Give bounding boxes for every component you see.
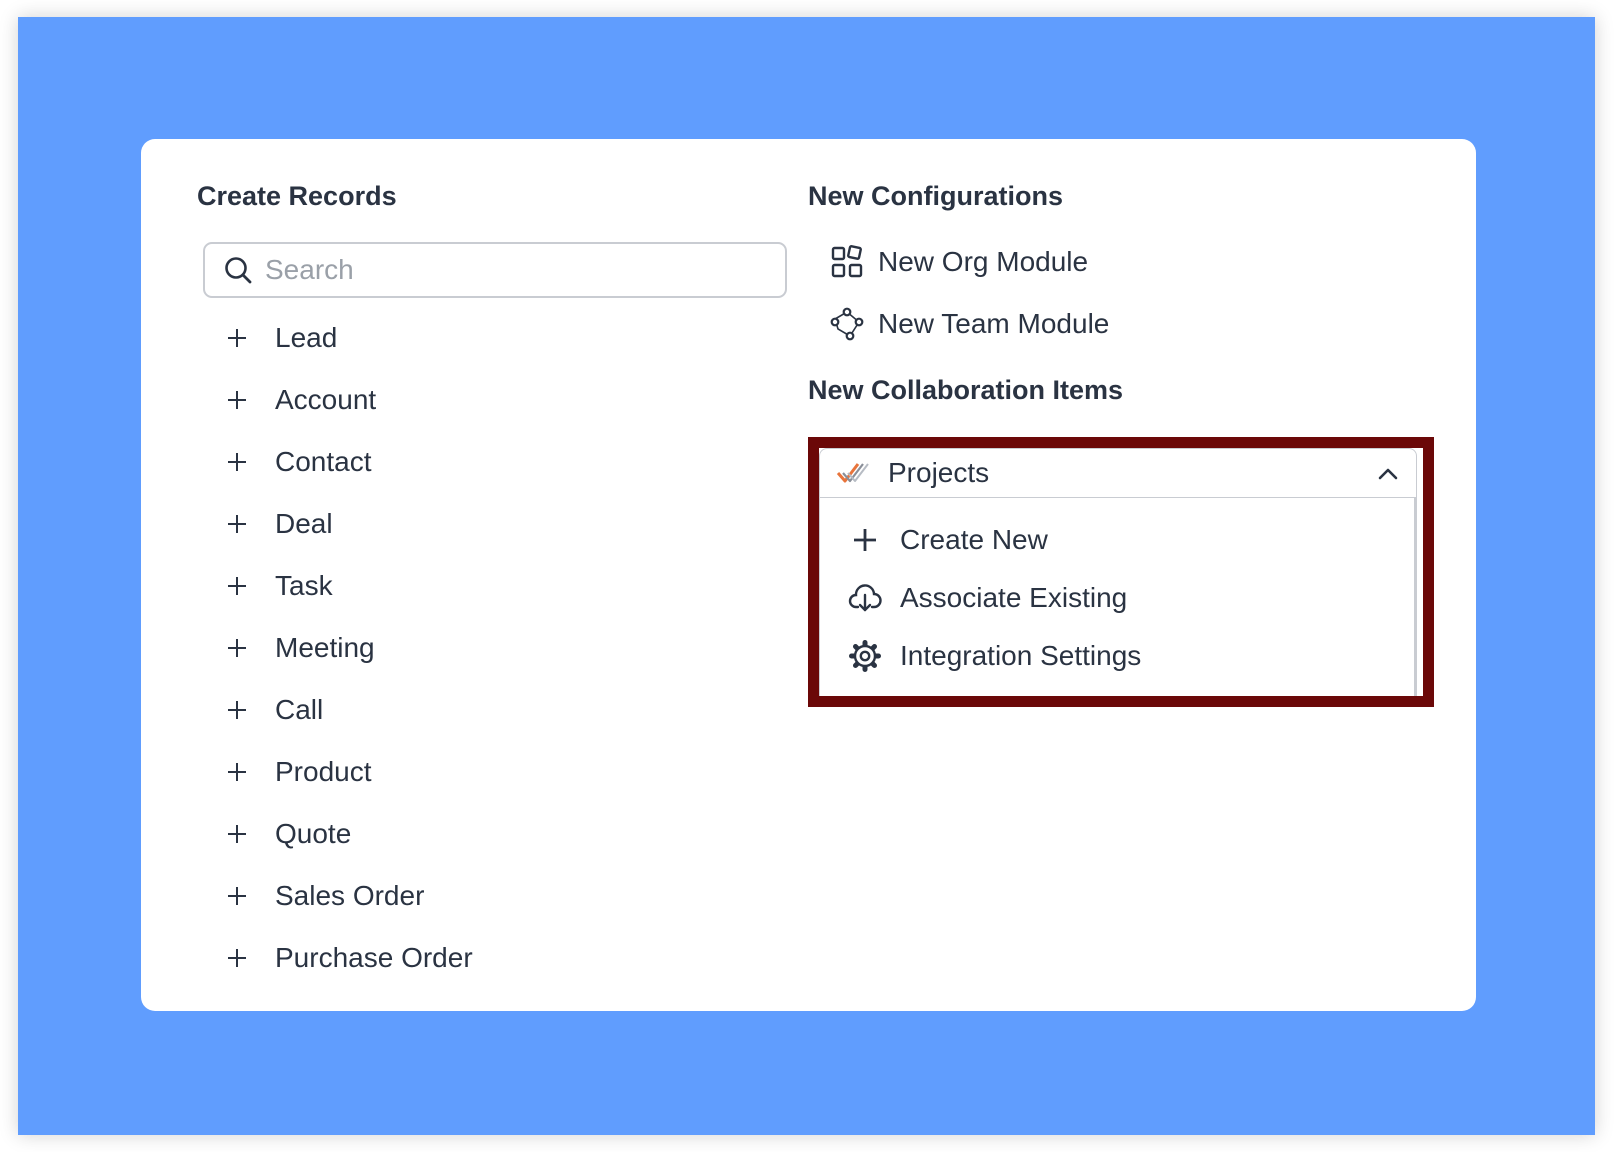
record-item-call[interactable]: Call <box>227 679 473 741</box>
record-item-label: Contact <box>275 446 372 477</box>
plus-icon <box>227 824 247 844</box>
associate-existing-label: Associate Existing <box>900 582 1128 613</box>
new-team-module-item[interactable]: New Team Module <box>830 300 1109 348</box>
plus-icon <box>227 328 247 348</box>
record-item-label: Lead <box>275 322 338 353</box>
new-org-module-item[interactable]: New Org Module <box>830 238 1088 286</box>
plus-icon <box>227 514 247 534</box>
integration-settings-label: Integration Settings <box>900 640 1142 671</box>
record-item-label: Purchase Order <box>275 942 473 973</box>
collaboration-heading: New Collaboration Items <box>808 375 1124 405</box>
new-team-module-label: New Team Module <box>878 308 1110 339</box>
gear-icon <box>849 640 881 672</box>
record-item-label: Quote <box>275 818 352 849</box>
record-item-label: Task <box>275 570 333 601</box>
create-menu-panel: Create Records Lead Account Contact Deal… <box>141 139 1476 1011</box>
record-item-meeting[interactable]: Meeting <box>227 617 473 679</box>
record-item-deal[interactable]: Deal <box>227 493 473 555</box>
integration-settings-item[interactable]: Integration Settings <box>848 632 1141 680</box>
plus-icon <box>227 452 247 472</box>
record-item-label: Call <box>275 694 324 725</box>
new-org-module-label: New Org Module <box>878 246 1089 277</box>
search-input[interactable] <box>263 253 767 287</box>
plus-icon <box>227 886 247 906</box>
projects-label: Projects <box>888 457 990 488</box>
team-network-icon <box>830 307 864 341</box>
grid-module-icon <box>831 245 863 278</box>
plus-icon <box>227 700 247 720</box>
projects-dropdown[interactable]: Projects <box>819 448 1417 498</box>
plus-icon <box>227 390 247 410</box>
record-item-label: Sales Order <box>275 880 425 911</box>
record-list: Lead Account Contact Deal Task Meeting C… <box>227 307 473 989</box>
create-new-item[interactable]: Create New <box>848 516 1048 564</box>
record-item-label: Account <box>275 384 377 415</box>
chevron-up-icon[interactable] <box>1376 462 1400 486</box>
plus-icon <box>854 529 876 551</box>
plus-icon <box>227 948 247 968</box>
projects-menu: Create New Associate Existing Integratio… <box>819 498 1417 696</box>
record-item-label: Meeting <box>275 632 375 663</box>
projects-check-icon <box>836 463 869 483</box>
record-item-sales-order[interactable]: Sales Order <box>227 865 473 927</box>
cloud-download-icon <box>848 584 882 612</box>
record-item-product[interactable]: Product <box>227 741 473 803</box>
record-item-lead[interactable]: Lead <box>227 307 473 369</box>
record-item-label: Deal <box>275 508 333 539</box>
plus-icon <box>227 638 247 658</box>
record-item-quote[interactable]: Quote <box>227 803 473 865</box>
plus-icon <box>227 762 247 782</box>
record-item-account[interactable]: Account <box>227 369 473 431</box>
record-item-purchase-order[interactable]: Purchase Order <box>227 927 473 989</box>
record-item-task[interactable]: Task <box>227 555 473 617</box>
plus-icon <box>227 576 247 596</box>
associate-existing-item[interactable]: Associate Existing <box>848 574 1127 622</box>
create-records-heading: Create Records <box>197 181 397 211</box>
record-item-label: Product <box>275 756 372 787</box>
new-configurations-heading: New Configurations <box>808 181 1063 211</box>
record-item-contact[interactable]: Contact <box>227 431 473 493</box>
search-icon <box>225 257 252 284</box>
create-new-label: Create New <box>900 524 1048 555</box>
search-box[interactable] <box>203 242 787 298</box>
